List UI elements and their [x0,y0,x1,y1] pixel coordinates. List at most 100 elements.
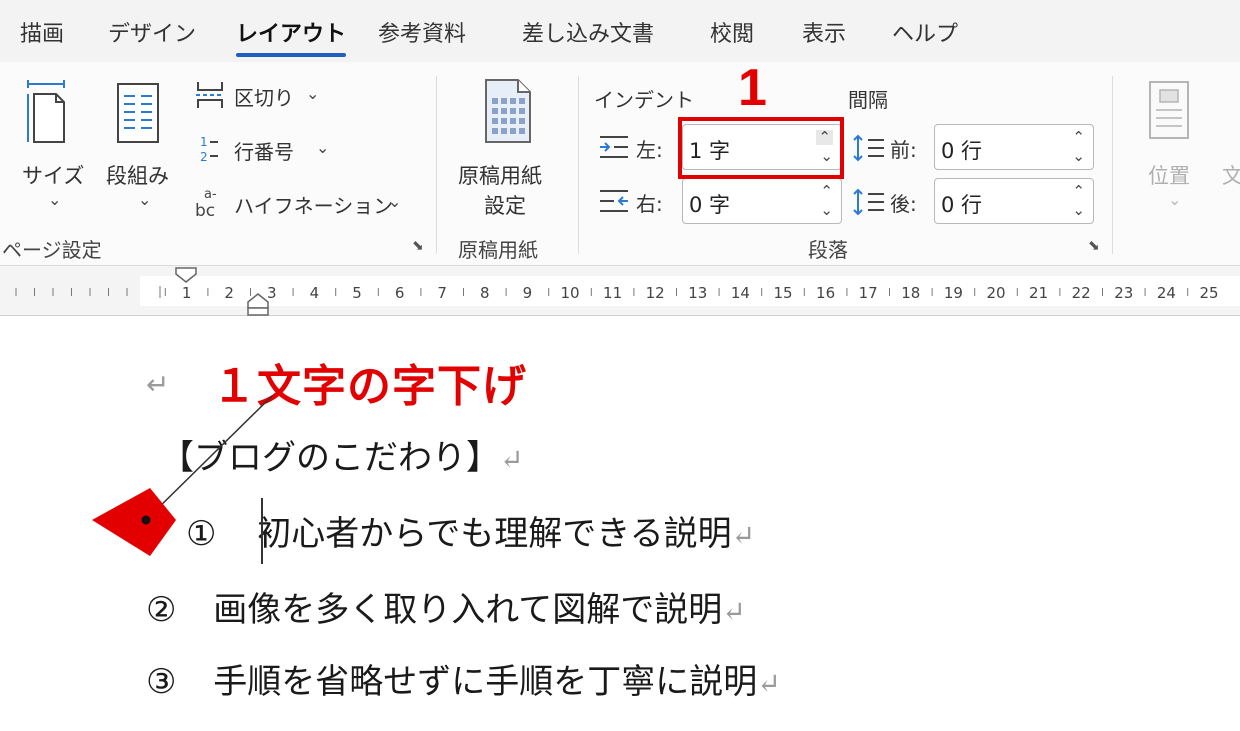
spacing-before-icon [852,134,886,162]
tab-design[interactable]: デザイン [108,16,196,48]
paragraph-mark: ↵ [722,595,746,628]
page-size-icon [24,80,72,146]
indent-right-value: 0 字 [689,193,731,217]
step-number-annotation: 1 [738,59,767,117]
list-marker: ② [146,590,177,630]
genkou-label-line2: 設定 [484,194,526,218]
ruler-number: 10 [560,284,579,302]
ruler-number: 4 [310,284,320,302]
spin-down-icon[interactable]: ⌄ [820,203,833,218]
ruler-scale: 1 2 3 4 5 6 7 8 9 10 11 12 13 14 15 16 17 18 19 20 21 22 23 24 2… [15,267,1240,316]
manuscript-paper-icon [482,76,534,146]
ruler-number: 20 [986,284,1005,302]
indent-left-icon [598,134,630,160]
ruler-number: 15 [773,284,792,302]
ruler-number: 9 [523,284,533,302]
ruler-number: 21 [1029,284,1048,302]
highlight-box [678,117,844,179]
tab-references[interactable]: 参考資料 [378,16,466,48]
group-divider [436,76,437,254]
hyphenation-button[interactable]: a- bc ハイフネーション ⌄ [192,184,412,220]
breaks-icon [194,80,226,110]
indent-left-label: 左: [636,138,663,162]
ribbon: サイズ ⌄ 段組み ⌄ 区切り ⌄ 1 2 行番号 ⌄ a- bc ハイフネーシ… [0,62,1240,266]
spin-down-icon[interactable]: ⌄ [1072,149,1085,164]
ruler-number: 11 [603,284,622,302]
chevron-down-icon: ⌄ [138,190,152,209]
line-numbers-label: 行番号 [234,140,294,164]
tab-help[interactable]: ヘルプ [892,16,958,48]
line-numbers-icon: 1 2 [196,134,226,164]
paragraph-mark: ↵ [757,667,781,700]
left-indent-marker[interactable] [247,307,269,316]
tab-draw[interactable]: 描画 [20,16,64,48]
indent-right-label: 右: [636,192,663,216]
spin-up-icon[interactable]: ⌃ [1072,184,1085,199]
ribbon-tab-bar: 描画 デザイン レイアウト 参考資料 差し込み文書 校閲 表示 ヘルプ [0,0,1240,62]
position-button[interactable]: 位置 ⌄ [1130,72,1220,212]
horizontal-ruler[interactable]: 1 2 3 4 5 6 7 8 9 10 11 12 13 14 15 16 17 18 19 20 21 22 23 24 2… [0,266,1240,316]
group-divider [578,76,579,254]
spacing-after-label: 後: [890,192,917,216]
spacing-heading: 間隔 [848,88,888,112]
ruler-number: 16 [816,284,835,302]
chevron-down-icon: ⌄ [48,190,62,209]
list-item[interactable]: ② 画像を多く取り入れて図解で説明↵ [146,582,746,631]
tab-layout[interactable]: レイアウト [236,16,347,57]
size-button[interactable]: サイズ ⌄ [10,72,92,212]
ruler-number: 8 [480,284,490,302]
indent-right-spinner[interactable]: 0 字 ⌃ ⌄ [682,178,842,224]
ruler-number: 25 [1199,284,1218,302]
spacing-before-value: 0 行 [941,139,983,163]
hyphenation-icon: a- bc [194,186,230,218]
ruler-number: 2 [224,284,234,302]
annotation-arrow [92,395,273,556]
ruler-number: 5 [352,284,362,302]
tab-view[interactable]: 表示 [802,16,846,48]
genkou-label-line1: 原稿用紙 [458,164,542,188]
paragraph-mark: ↵ [731,519,756,552]
ruler-number: 6 [395,284,405,302]
ruler-number: 13 [688,284,707,302]
wrap-text-label-partial: 文 [1222,164,1240,188]
breaks-label: 区切り [234,86,294,110]
list-item[interactable]: ③ 手順を省略せずに手順を丁寧に説明↵ [146,654,781,703]
svg-text:2: 2 [200,150,208,164]
dialog-launcher-icon[interactable]: ⬊ [1088,238,1100,254]
spacing-after-value: 0 行 [941,193,983,217]
ruler-number: 23 [1114,284,1133,302]
columns-button[interactable]: 段組み ⌄ [100,72,182,212]
tab-review[interactable]: 校閲 [710,16,754,48]
spin-down-icon[interactable]: ⌄ [1072,203,1085,218]
page-setup-group-label: ページ設定 [2,238,102,262]
list-item-text: 画像を多く取り入れて図解で説明 [213,590,723,630]
genkou-settings-button[interactable]: 原稿用紙 設定 [446,72,570,222]
ruler-number: 7 [437,284,447,302]
list-item-text: 手順を省略せずに手順を丁寧に説明 [213,662,758,702]
ruler-number: 14 [731,284,750,302]
chevron-down-icon: ⌄ [388,192,402,211]
spin-up-icon[interactable]: ⌃ [820,184,833,199]
size-label: サイズ [22,164,85,188]
ruler-number: 22 [1072,284,1091,302]
spacing-before-label: 前: [890,138,917,162]
ruler-number: 18 [901,284,920,302]
ruler-number: 12 [646,284,665,302]
chevron-down-icon: ⌄ [306,84,320,103]
spacing-after-spinner[interactable]: 0 行 ⌃ ⌄ [934,178,1094,224]
position-icon [1148,80,1192,142]
svg-text:bc: bc [195,201,215,218]
spacing-after-icon [852,188,886,216]
hyphenation-label: ハイフネーション [234,194,394,218]
genkou-group-label: 原稿用紙 [458,238,538,262]
document-canvas[interactable]: ↵ １文字の字下げ 【ブログのこだわり】↵ ① 初心者からでも理解できる説明↵ … [0,316,1240,731]
line-numbers-button[interactable]: 1 2 行番号 ⌄ [192,132,342,166]
spacing-before-spinner[interactable]: 0 行 ⌃ ⌄ [934,124,1094,170]
pointer-dot [141,515,151,525]
position-label: 位置 [1148,164,1190,188]
ruler-number: 3 [267,284,277,302]
tab-mailings[interactable]: 差し込み文書 [522,16,654,48]
spin-up-icon[interactable]: ⌃ [1072,130,1085,145]
breaks-button[interactable]: 区切り ⌄ [192,80,332,112]
dialog-launcher-icon[interactable]: ⬊ [412,238,424,254]
